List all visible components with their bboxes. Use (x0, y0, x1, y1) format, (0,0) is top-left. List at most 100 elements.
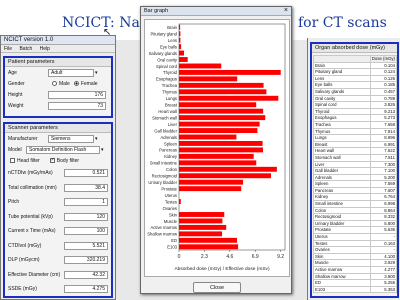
organ-dose-title: Organ absorbed dose (mGy) (312, 44, 397, 53)
table-row: Pancreas 7.607 (313, 186, 398, 195)
table-row: Spinal cord 3.826 (313, 101, 398, 109)
organ-dose-cell: 7.622 (369, 147, 398, 155)
table-row: Thymus 7.914 (313, 127, 398, 136)
organ-dose-cell: 8.996 (369, 134, 398, 142)
scanner-field-value[interactable]: 0.521 (64, 169, 108, 178)
organ-name-cell: Ovaries (313, 246, 371, 254)
height-row: Height 176 (5, 89, 111, 100)
organ-dose-cell: 7.607 (369, 186, 398, 195)
category-label: Trachea (162, 83, 178, 88)
scanner-field-value[interactable]: 42.32 (64, 270, 108, 279)
menu-file[interactable]: File (4, 46, 12, 52)
radio-female[interactable] (73, 81, 79, 86)
organ-dose-cell: 5.800 (369, 219, 398, 228)
bar (179, 218, 223, 224)
organ-dose-cell: - (369, 246, 398, 254)
close-icon[interactable]: × (284, 7, 288, 15)
dialog-title: Bar graph (144, 8, 169, 14)
scanner-field-row: DLP (mGycm) 320.219 (5, 253, 111, 268)
dialog-titlebar: Bar graph × (141, 7, 291, 16)
chevron-down-icon[interactable]: ▾ (95, 70, 98, 76)
weight-field[interactable]: 73 (48, 101, 106, 110)
scanner-field-value[interactable]: 120 (64, 212, 108, 221)
bar (179, 89, 267, 95)
scanner-field-value[interactable]: 38.4 (64, 183, 108, 192)
category-label: Lungs (166, 96, 177, 101)
height-field[interactable]: 176 (48, 90, 106, 99)
radio-male[interactable] (52, 81, 57, 86)
close-button[interactable]: Close (193, 282, 241, 293)
x-tick-label: 2.3 (201, 254, 208, 260)
bar (179, 76, 238, 82)
organ-name-cell: Eye balls (313, 81, 371, 89)
organ-name-cell: Uterus (313, 233, 371, 241)
category-label: Urinary bladder (148, 180, 177, 185)
bar (179, 212, 225, 217)
chevron-down-icon[interactable]: ▾ (101, 147, 104, 153)
bar (179, 186, 242, 192)
category-label: Uterus (165, 193, 177, 198)
menu-help[interactable]: Help (40, 46, 50, 52)
organ-name-cell: Muscle (313, 259, 371, 267)
organ-dose-cell: 7.100 (369, 167, 398, 175)
organ-name-cell: Esophagus (313, 114, 371, 122)
organ-name-cell: Lungs (313, 134, 371, 142)
bar-chart: Brain Pituitary gland Lens Eye balls Salivar… (144, 19, 290, 277)
chevron-down-icon[interactable]: ▾ (95, 136, 98, 142)
table-row: Eye balls 0.185 (313, 81, 398, 89)
scanner-field-label: Total collimation (mm) (8, 184, 57, 191)
bar (179, 108, 264, 114)
table-row: Pituitary gland 0.124 (313, 68, 398, 76)
background-title-right: for CT scans (298, 15, 387, 31)
model-select[interactable]: Somatom Definition Flash (26, 145, 100, 154)
category-label: ED (171, 238, 177, 243)
scanner-panel: Scanner parameters Manufacturer Siemens … (3, 122, 113, 298)
head-filter-checkbox[interactable] (10, 158, 15, 163)
organ-dose-cell: 6.998 (369, 200, 398, 208)
gender-male-label: Male (59, 80, 70, 87)
scanner-field-value[interactable]: 100 (64, 227, 108, 236)
scanner-field-row: nCTDIw (mGy/mAs) 0.521 (5, 166, 111, 181)
organ-name-cell: Small intestine (313, 200, 371, 208)
manufacturer-select[interactable]: Siemens (48, 134, 94, 143)
bar (179, 134, 237, 140)
organ-dose-cell: 0.126 (369, 74, 398, 83)
scanner-field-value[interactable]: 4.275 (64, 285, 108, 294)
scanner-field-value[interactable]: 320.219 (64, 256, 108, 265)
bar (179, 50, 185, 56)
table-row: Liver 7.300 (313, 160, 398, 169)
bar (179, 160, 257, 166)
body-filter-checkbox[interactable] (49, 157, 55, 163)
category-label: Spinal cord (156, 64, 178, 69)
organ-dose-cell: 0.789 (369, 94, 398, 103)
organ-name-cell: Brain (313, 61, 371, 70)
table-row: Lungs 8.996 (313, 134, 398, 142)
organ-name-cell: Colon (313, 206, 371, 215)
bar (179, 115, 266, 121)
organ-name-cell: Salivary glands (313, 87, 371, 96)
gender-row: Gender Male Female (5, 78, 111, 89)
table-row: Prostate 5.636 (313, 226, 398, 235)
organ-name-cell: Liver (313, 160, 371, 169)
category-label: Heart wall (158, 109, 177, 114)
organ-name-cell: Skin (313, 252, 371, 261)
scanner-field-value[interactable]: 1 (64, 198, 108, 207)
bar (179, 69, 281, 75)
scanner-field-label: CTDIvol (mGy) (8, 242, 42, 249)
gender-female-label: Female (80, 80, 98, 87)
scanner-field-value[interactable]: 5.521 (64, 241, 108, 250)
bar (179, 199, 181, 205)
table-row: Colon 8.864 (313, 206, 398, 215)
table-header-row: Dose (mGy) (313, 55, 398, 63)
age-select[interactable]: Adult (48, 68, 94, 77)
organ-dose-table: Dose (mGy) Brain 0.104 Pituitary gland 0.12… (313, 55, 398, 294)
table-header-dose: Dose (mGy) (369, 55, 398, 63)
menu-batch[interactable]: Batch (19, 46, 32, 52)
organ-dose-cell: 6.991 (369, 140, 398, 149)
category-label: Gall bladder (154, 128, 177, 133)
table-row: Oral cavity 0.789 (313, 94, 398, 103)
bar (179, 141, 263, 146)
scanner-field-label: Current x Time (mAs) (8, 228, 56, 235)
organ-name-cell: Spleen (313, 180, 371, 188)
table-row: Esophagus 5.273 (313, 114, 398, 122)
